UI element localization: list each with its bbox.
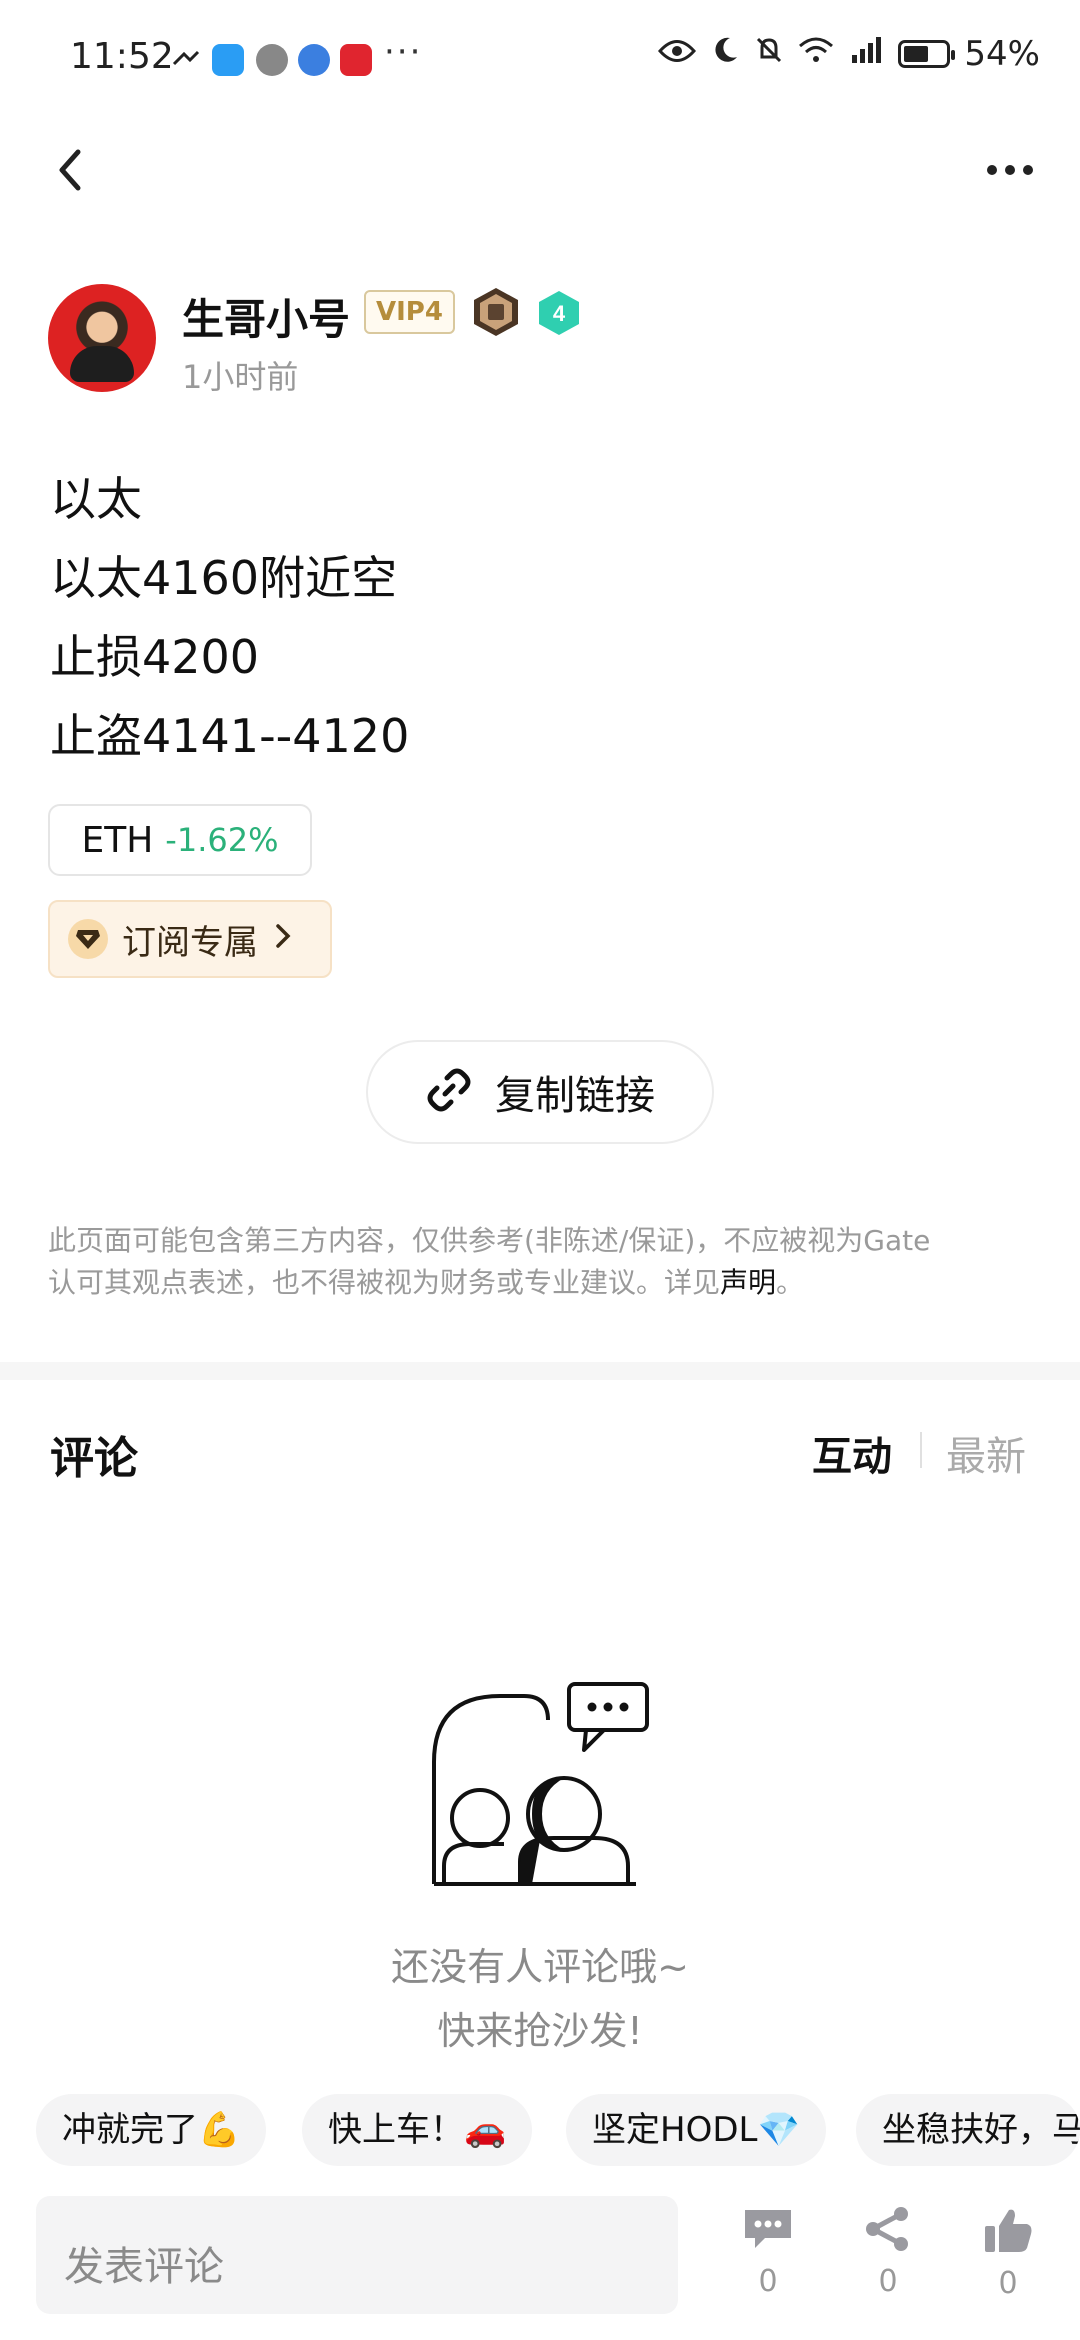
subscribe-label: 订阅专属 — [122, 922, 258, 963]
status-bar: 11:52 ··· 54% — [0, 0, 1080, 120]
missed-call-icon — [170, 44, 202, 76]
more-notifications-icon: ··· — [384, 32, 423, 72]
ticker-symbol: ETH — [81, 819, 154, 861]
tab-separator — [920, 1432, 922, 1468]
battery-icon — [898, 40, 956, 68]
app-icon — [256, 44, 288, 76]
eye-icon — [658, 37, 697, 72]
browser-icon — [298, 44, 330, 76]
empty-message: 还没有人评论哦~ — [391, 1945, 689, 1989]
chevron-right-icon — [274, 919, 292, 959]
share-icon — [866, 2207, 908, 2251]
post-content: 以太 以太4160附近空 止损4200 止盗4141--4120 — [50, 460, 409, 776]
quick-reply-chip[interactable]: 坚定HODL💎 — [566, 2094, 826, 2166]
statement-link[interactable]: 声明 — [720, 1266, 776, 1299]
empty-comments-illustration — [424, 1666, 654, 1892]
back-button[interactable] — [48, 142, 96, 198]
ticker-change: -1.62% — [165, 821, 279, 859]
like-count: 0 — [998, 2266, 1018, 2301]
thumbs-up-icon — [985, 2209, 1032, 2252]
section-divider — [0, 1362, 1080, 1380]
moon-icon — [710, 35, 740, 73]
diamond-icon — [68, 919, 108, 959]
dianping-icon — [340, 44, 372, 76]
quick-reply-chip[interactable]: 快上车！🚗 — [302, 2094, 533, 2166]
quick-reply-chip[interactable]: 冲就完了💪 — [36, 2094, 267, 2166]
empty-cta: 快来抢沙发! — [437, 2009, 643, 2053]
medal-icon — [470, 286, 522, 338]
comment-count: 0 — [758, 2264, 778, 2299]
post-time: 1小时前 — [182, 358, 299, 396]
comment-input-placeholder: 发表评论 — [64, 2244, 224, 2290]
battery-percent: 54% — [964, 34, 1040, 74]
post-line: 以太 — [50, 472, 142, 526]
quick-reply-chip[interactable]: 坐稳扶好，马 — [856, 2094, 1080, 2166]
signal-icon — [848, 35, 884, 73]
level-badge: 4 — [536, 290, 582, 336]
disclaimer: 此页面可能包含第三方内容，仅供参考(非陈述/保证)，不应被视为Gate 认可其观… — [48, 1220, 1028, 1304]
tab-latest[interactable]: 最新 — [946, 1424, 1026, 1482]
share-button[interactable]: 0 — [848, 2206, 928, 2299]
disclaimer-line-1: 此页面可能包含第三方内容，仅供参考(非陈述/保证)，不应被视为Gate — [48, 1224, 931, 1257]
wifi-icon — [798, 36, 834, 72]
vip-badge: VIP4 — [364, 290, 455, 334]
disclaimer-line-2: 认可其观点表述，也不得被视为财务或专业建议。详见 — [48, 1266, 721, 1299]
comment-button[interactable]: 0 — [728, 2206, 808, 2299]
status-time: 11:52 — [70, 36, 174, 77]
mute-bell-icon — [754, 35, 784, 73]
status-right: 54% — [658, 34, 1040, 74]
telegram-icon — [212, 44, 244, 76]
chevron-left-icon — [59, 149, 81, 191]
link-icon — [425, 1066, 473, 1118]
avatar[interactable] — [48, 284, 156, 392]
post-line: 以太4160附近空 — [50, 551, 398, 605]
post-line: 止损4200 — [50, 630, 260, 684]
ticker-chip[interactable]: ETH -1.62% — [48, 804, 312, 876]
copy-link-button[interactable]: 复制链接 — [366, 1040, 714, 1144]
disclaimer-suffix: 。 — [776, 1266, 805, 1299]
subscribe-exclusive-button[interactable]: 订阅专属 — [48, 900, 332, 978]
more-options-button[interactable] — [980, 150, 1040, 190]
post-line: 止盗4141--4120 — [50, 709, 410, 763]
tab-interact[interactable]: 互动 — [812, 1424, 892, 1482]
comment-icon — [745, 2210, 791, 2248]
comments-title: 评论 — [50, 1433, 138, 1484]
level-number: 4 — [553, 301, 566, 326]
author-name[interactable]: 生哥小号 — [182, 286, 350, 347]
like-button[interactable]: 0 — [968, 2206, 1048, 2301]
share-count: 0 — [878, 2264, 898, 2299]
copy-link-label: 复制链接 — [495, 1073, 655, 1119]
